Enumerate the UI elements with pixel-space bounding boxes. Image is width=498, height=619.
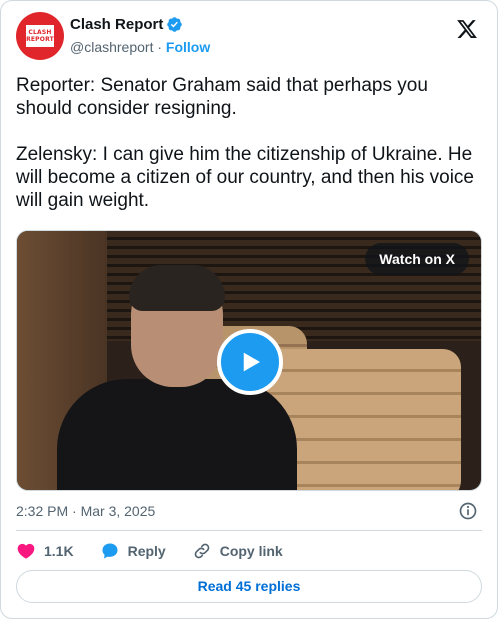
author-name-row: Clash Report xyxy=(70,16,183,33)
avatar-logo: CLASH REPORT xyxy=(26,25,54,47)
reply-button[interactable]: Reply xyxy=(100,541,166,561)
post-timestamp[interactable]: 2:32 PM · Mar 3, 2025 xyxy=(16,503,155,519)
author-name[interactable]: Clash Report xyxy=(70,16,163,33)
timestamp-row: 2:32 PM · Mar 3, 2025 xyxy=(16,501,482,521)
video-frame-person-body xyxy=(57,379,297,490)
post-card: CLASH REPORT Clash Report @clashreport ·… xyxy=(0,0,498,619)
video-frame-person-hair xyxy=(129,265,225,311)
reply-bubble-icon xyxy=(102,543,118,559)
author-handle[interactable]: @clashreport xyxy=(70,39,153,55)
info-icon[interactable] xyxy=(458,501,478,521)
read-replies-button[interactable]: Read 45 replies xyxy=(16,570,482,603)
author-handle-row: @clashreport · Follow xyxy=(70,39,210,55)
copy-link-button[interactable]: Copy link xyxy=(192,541,283,561)
handle-separator: · xyxy=(157,39,163,55)
play-button[interactable] xyxy=(217,329,283,395)
watch-on-x-button[interactable]: Watch on X xyxy=(365,243,469,275)
follow-link[interactable]: Follow xyxy=(166,39,210,55)
link-icon xyxy=(194,543,210,559)
like-button[interactable]: 1.1K xyxy=(16,541,74,561)
avatar-text-line2: REPORT xyxy=(26,36,54,43)
avatar-text-line1: CLASH xyxy=(28,29,52,36)
reply-label: Reply xyxy=(127,543,166,559)
post-header: CLASH REPORT Clash Report @clashreport ·… xyxy=(16,12,482,64)
post-text: Reporter: Senator Graham said that perha… xyxy=(16,75,474,211)
like-count: 1.1K xyxy=(44,543,74,559)
action-bar: 1.1K Reply Copy link xyxy=(16,539,309,563)
video-player[interactable]: Watch on X xyxy=(16,230,482,491)
avatar[interactable]: CLASH REPORT xyxy=(16,12,64,60)
x-logo-icon[interactable] xyxy=(456,18,478,40)
play-icon xyxy=(243,352,260,372)
copy-link-label: Copy link xyxy=(219,543,283,559)
verified-badge-icon xyxy=(167,17,183,32)
heart-icon xyxy=(17,543,35,559)
divider xyxy=(16,530,482,531)
